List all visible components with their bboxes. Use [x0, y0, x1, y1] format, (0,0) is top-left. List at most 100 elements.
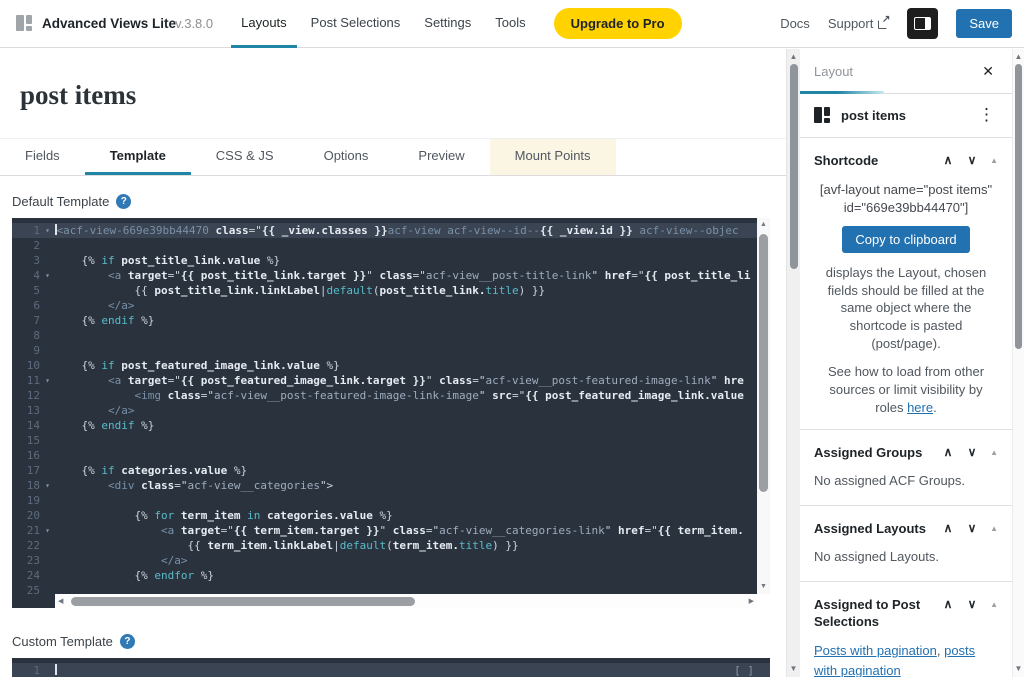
tab-preview[interactable]: Preview — [393, 139, 489, 175]
code-line[interactable]: 21▾ <a target="{{ term_item.target }}" c… — [12, 523, 757, 538]
code-line[interactable]: 8 — [12, 328, 757, 343]
collapse-icon[interactable]: ▲ — [990, 444, 998, 461]
editor-horizontal-scrollbar[interactable]: ◀ ▶ — [55, 594, 757, 608]
collapse-icon[interactable]: ▲ — [990, 520, 998, 537]
move-up-icon[interactable]: ∧ — [936, 596, 960, 613]
code-line[interactable]: 17 {% if categories.value %} — [12, 463, 757, 478]
save-button[interactable]: Save — [956, 9, 1012, 38]
page-scroll-thumb[interactable] — [790, 64, 798, 269]
code-text: {% for term_item in categories.value %} — [55, 508, 757, 523]
sidebar-toggle-button[interactable] — [907, 8, 938, 39]
line-number: 16 — [12, 448, 40, 463]
tab-fields[interactable]: Fields — [0, 139, 85, 175]
tab-template[interactable]: Template — [85, 139, 191, 175]
upgrade-to-pro-button[interactable]: Upgrade to Pro — [554, 8, 682, 39]
code-line[interactable]: 11▾ <a target="{{ post_featured_image_li… — [12, 373, 757, 388]
scroll-right-icon[interactable]: ▶ — [749, 597, 754, 607]
code-line[interactable]: 14 {% endif %} — [12, 418, 757, 433]
page-scrollbar[interactable]: ▲ ▼ — [786, 49, 800, 677]
nav-item-layouts[interactable]: Layouts — [231, 0, 297, 48]
fold-gutter — [40, 358, 55, 373]
scroll-up-icon[interactable]: ▲ — [1013, 52, 1024, 62]
fold-icon[interactable]: ▾ — [40, 268, 55, 283]
code-text: {% if categories.value %} — [55, 463, 757, 478]
docs-link[interactable]: Docs — [780, 16, 810, 31]
code-line[interactable]: 3 {% if post_title_link.value %} — [12, 253, 757, 268]
kebab-menu-icon[interactable]: ⋮ — [975, 105, 998, 125]
fold-gutter — [40, 283, 55, 298]
fold-icon[interactable]: ▾ — [40, 523, 55, 538]
code-text: </a> — [55, 403, 757, 418]
custom-template-editor[interactable]: 1 [ ] — [12, 658, 770, 677]
code-line[interactable]: 12 <img class="acf-view__post-featured-i… — [12, 388, 757, 403]
section-shortcode: Shortcode ∧ ∨ ▲ [avf-layout name="post i… — [800, 138, 1012, 430]
code-line[interactable]: 20 {% for term_item in categories.value … — [12, 508, 757, 523]
vertical-scroll-thumb[interactable] — [759, 234, 768, 492]
scroll-up-icon[interactable]: ▲ — [757, 220, 770, 230]
move-down-icon[interactable]: ∨ — [960, 596, 984, 613]
sidebar-tab-layout[interactable]: Layout — [814, 64, 853, 79]
shortcode-description: displays the Layout, chosen fields shoul… — [814, 264, 998, 352]
code-text: {% if post_featured_image_link.value %} — [55, 358, 757, 373]
move-up-icon[interactable]: ∧ — [936, 152, 960, 169]
move-down-icon[interactable]: ∨ — [960, 152, 984, 169]
scroll-down-icon[interactable]: ▼ — [757, 582, 770, 592]
help-icon[interactable]: ? — [120, 634, 135, 649]
horizontal-scroll-thumb[interactable] — [71, 597, 415, 606]
sidebar-scroll-thumb[interactable] — [1015, 64, 1022, 349]
help-icon[interactable]: ? — [116, 194, 131, 209]
fold-gutter — [40, 493, 55, 508]
post-selection-link[interactable]: Posts with pagination — [814, 643, 937, 658]
tab-options[interactable]: Options — [299, 139, 394, 175]
scroll-up-icon[interactable]: ▲ — [787, 52, 800, 62]
close-icon[interactable]: ✕ — [978, 61, 998, 82]
nav-item-settings[interactable]: Settings — [414, 0, 481, 48]
fold-icon[interactable]: ▾ — [40, 223, 55, 238]
code-line[interactable]: 7 {% endif %} — [12, 313, 757, 328]
code-line[interactable]: 6 </a> — [12, 298, 757, 313]
code-line[interactable]: 1 [ ] — [12, 663, 770, 677]
code-line[interactable]: 19 — [12, 493, 757, 508]
move-up-icon[interactable]: ∧ — [936, 520, 960, 537]
code-line[interactable]: 1▾<acf-view-669e39bb44470 class="{{ _vie… — [12, 223, 757, 238]
tab-css-js[interactable]: CSS & JS — [191, 139, 299, 175]
code-line[interactable]: 15 — [12, 433, 757, 448]
template-tab-content: Default Template ? 1▾<acf-view-669e39bb4… — [0, 194, 786, 677]
move-down-icon[interactable]: ∨ — [960, 444, 984, 461]
collapse-icon[interactable]: ▲ — [990, 152, 998, 169]
code-line[interactable]: 13 </a> — [12, 403, 757, 418]
code-line[interactable]: 9 — [12, 343, 757, 358]
move-up-icon[interactable]: ∧ — [936, 444, 960, 461]
move-down-icon[interactable]: ∨ — [960, 520, 984, 537]
code-text: <acf-view-669e39bb44470 class="{{ _view.… — [55, 223, 757, 238]
nav-item-tools[interactable]: Tools — [485, 0, 535, 48]
scroll-down-icon[interactable]: ▼ — [787, 664, 800, 674]
fold-icon[interactable]: ▾ — [40, 478, 55, 493]
default-template-editor[interactable]: 1▾<acf-view-669e39bb44470 class="{{ _vie… — [12, 218, 770, 608]
collapse-icon[interactable]: ▲ — [990, 596, 998, 613]
code-line[interactable]: 5 {{ post_title_link.linkLabel|default(p… — [12, 283, 757, 298]
line-number: 22 — [12, 538, 40, 553]
shortcode-see-more: See how to load from other sources or li… — [814, 363, 998, 416]
code-line[interactable]: 4▾ <a target="{{ post_title_link.target … — [12, 268, 757, 283]
code-line[interactable]: 10 {% if post_featured_image_link.value … — [12, 358, 757, 373]
code-line[interactable]: 2 — [12, 238, 757, 253]
tab-mount-points[interactable]: Mount Points — [490, 139, 616, 175]
code-line[interactable]: 16 — [12, 448, 757, 463]
nav-item-post-selections[interactable]: Post Selections — [301, 0, 411, 48]
code-line[interactable]: 18▾ <div class="acf-view__categories"> — [12, 478, 757, 493]
code-line[interactable]: 22 {{ term_item.linkLabel|default(term_i… — [12, 538, 757, 553]
code-line[interactable]: 23 </a> — [12, 553, 757, 568]
link-separator: , — [937, 643, 944, 658]
scroll-down-icon[interactable]: ▼ — [1013, 664, 1024, 674]
sidebar-scrollbar[interactable]: ▲ ▼ — [1012, 49, 1024, 677]
support-link[interactable]: Support — [828, 16, 890, 31]
fold-gutter — [40, 448, 55, 463]
editor-vertical-scrollbar[interactable]: ▲ ▼ — [757, 218, 770, 594]
code-line[interactable]: 24 {% endfor %} — [12, 568, 757, 583]
line-number: 19 — [12, 493, 40, 508]
copy-to-clipboard-button[interactable]: Copy to clipboard — [842, 226, 969, 253]
fold-icon[interactable]: ▾ — [40, 373, 55, 388]
here-link[interactable]: here — [907, 400, 933, 415]
scroll-left-icon[interactable]: ◀ — [58, 597, 63, 607]
